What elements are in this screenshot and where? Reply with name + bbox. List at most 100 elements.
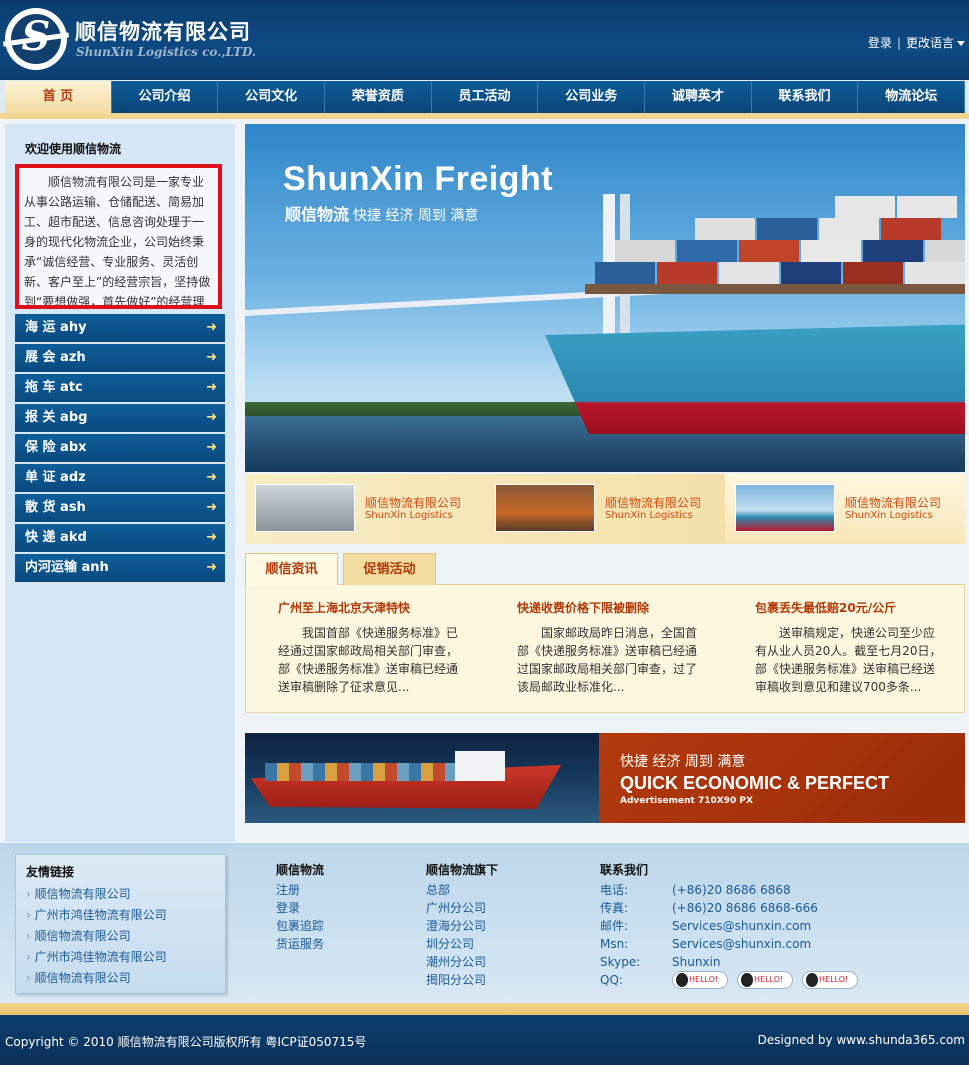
side-menu-item-abx[interactable]: 保 险 abx ➜ <box>15 434 225 462</box>
qq-hello-button[interactable]: HELLO! <box>672 971 728 989</box>
welcome-title: 欢迎使用顺信物流 <box>25 142 122 156</box>
contact-row: 邮件: Services@shunxin.com <box>600 917 818 935</box>
side-menu-item-anh[interactable]: 内河运输 anh ➜ <box>15 554 225 582</box>
nav-divider <box>0 113 969 119</box>
thumbnail-item[interactable]: 顺信物流有限公司 ShunXin Logistics <box>245 474 485 544</box>
ad-size-note: Advertisement 710X90 PX <box>620 796 753 806</box>
nav-item-jobs[interactable]: 诚聘英才 <box>645 81 752 113</box>
thumbnail-item[interactable]: 顺信物流有限公司 ShunXin Logistics <box>725 474 965 544</box>
nav-item-activities[interactable]: 员工活动 <box>431 81 539 113</box>
arrow-right-icon: ➜ <box>206 500 217 515</box>
footer-link-branch[interactable]: 圳分公司 <box>426 935 498 953</box>
nav-item-home[interactable]: 首 页 <box>5 81 112 113</box>
airplane-thumbnail <box>255 484 355 532</box>
friend-link[interactable]: 顺信物流有限公司 <box>26 926 215 947</box>
footer-link-branch[interactable]: 潮州分公司 <box>426 953 498 971</box>
nav-item-contact[interactable]: 联系我们 <box>751 81 859 113</box>
arrow-right-icon: ➜ <box>206 410 217 425</box>
thumbnail-subtitle: ShunXin Logistics <box>845 510 933 521</box>
footer-link-branch[interactable]: 总部 <box>426 881 498 899</box>
contact-row: Msn: Services@shunxin.com <box>600 935 818 953</box>
nav-item-honors[interactable]: 荣誉资质 <box>325 81 432 113</box>
footer-link-branch[interactable]: 澄海分公司 <box>426 917 498 935</box>
banner-thumbnails: 顺信物流有限公司 ShunXin Logistics 顺信物流有限公司 Shun… <box>245 474 965 544</box>
news-title[interactable]: 包裹丢失最低赔20元/公斤 <box>755 599 945 616</box>
qq-hello-button[interactable]: HELLO! <box>802 971 858 989</box>
friend-link[interactable]: 广州市鸿佳物流有限公司 <box>26 905 215 926</box>
news-tabs: 顺信资讯 促销活动 <box>245 553 965 585</box>
footer-col-branches: 顺信物流旗下 总部 广州分公司 澄海分公司 圳分公司 潮州分公司 揭阳分公司 <box>426 861 498 989</box>
contact-value: (+86)20 8686 6868 <box>672 883 791 897</box>
banner-title: ShunXin Freight <box>283 160 554 198</box>
bottom-bar: Copyright © 2010 顺信物流有限公司版权所有 粤ICP证05071… <box>0 1015 969 1065</box>
news-title[interactable]: 快递收费价格下限被删除 <box>517 599 707 616</box>
company-name-en: ShunXin Logistics co.,LTD. <box>76 45 257 59</box>
language-link[interactable]: 更改语言 <box>906 36 954 50</box>
footer-link-tracking[interactable]: 包裹追踪 <box>276 917 324 935</box>
banner-subtitle: 顺信物流 快捷 经济 周到 满意 <box>285 201 478 225</box>
arrow-right-icon: ➜ <box>206 530 217 545</box>
chevron-down-icon[interactable] <box>957 41 965 46</box>
side-menu-label: 快 递 akd <box>25 530 87 545</box>
side-menu-item-azh[interactable]: 展 会 azh ➜ <box>15 344 225 372</box>
footer-contact: 联系我们 电话: (+86)20 8686 6868 传真: (+86)20 868… <box>600 861 818 989</box>
arrow-right-icon: ➜ <box>206 380 217 395</box>
designer-credit[interactable]: Designed by www.shunda365.com <box>758 1033 965 1047</box>
thumbnail-item[interactable]: 顺信物流有限公司 ShunXin Logistics <box>485 474 725 544</box>
contact-label: Msn: <box>600 937 629 951</box>
side-menu-label: 散 货 ash <box>25 500 86 515</box>
side-menu-label: 拖 车 atc <box>25 380 83 395</box>
friend-link[interactable]: 顺信物流有限公司 <box>26 968 215 989</box>
nav-item-business[interactable]: 公司业务 <box>538 81 646 113</box>
footer-link-login[interactable]: 登录 <box>276 899 324 917</box>
trucks-thumbnail <box>495 484 595 532</box>
side-menu-item-ahy[interactable]: 海 运 ahy ➜ <box>15 314 225 342</box>
contact-value[interactable]: Services@shunxin.com <box>672 919 811 933</box>
friend-link[interactable]: 广州市鸿佳物流有限公司 <box>26 947 215 968</box>
arrow-right-icon: ➜ <box>206 440 217 455</box>
container-stack-image <box>585 196 965 294</box>
contact-value: (+86)20 8686 6868-666 <box>672 901 818 915</box>
footer-link-branch[interactable]: 广州分公司 <box>426 899 498 917</box>
arrow-right-icon: ➜ <box>206 560 217 575</box>
nav-item-culture[interactable]: 公司文化 <box>218 81 326 113</box>
footer-link-freight[interactable]: 货运服务 <box>276 935 324 953</box>
side-menu-label: 展 会 azh <box>25 350 86 365</box>
contact-row: Skype: Shunxin <box>600 953 818 971</box>
cargo-ship-image <box>245 733 599 823</box>
thumbnail-title: 顺信物流有限公司 <box>845 496 942 510</box>
side-menu-item-abg[interactable]: 报 关 abg ➜ <box>15 404 225 432</box>
side-menu-item-ash[interactable]: 散 货 ash ➜ <box>15 494 225 522</box>
friend-link[interactable]: 顺信物流有限公司 <box>26 884 215 905</box>
tab-news[interactable]: 顺信资讯 <box>245 553 338 585</box>
footer-link-branch[interactable]: 揭阳分公司 <box>426 971 498 989</box>
side-menu-item-atc[interactable]: 拖 车 atc ➜ <box>15 374 225 402</box>
side-menu-item-akd[interactable]: 快 递 akd ➜ <box>15 524 225 552</box>
news-title[interactable]: 广州至上海北京天津特快 <box>278 599 468 616</box>
company-logo[interactable]: S <box>2 8 70 70</box>
contact-row: 传真: (+86)20 8686 6868-666 <box>600 899 818 917</box>
advertisement-banner[interactable]: 快捷 经济 周到 满意 QUICK ECONOMIC & PERFECT Adv… <box>245 733 965 823</box>
qq-buttons: HELLO! HELLO! HELLO! <box>672 971 867 989</box>
nav-item-forum[interactable]: 物流论坛 <box>858 81 966 113</box>
nav-item-about[interactable]: 公司介绍 <box>111 81 219 113</box>
thumbnail-subtitle: ShunXin Logistics <box>605 510 693 521</box>
contact-value[interactable]: Shunxin <box>672 955 720 969</box>
side-menu-label: 海 运 ahy <box>25 320 87 335</box>
hero-banner: ShunXin Freight 顺信物流 快捷 经济 周到 满意 <box>245 124 965 472</box>
contact-value[interactable]: Services@shunxin.com <box>672 937 811 951</box>
side-menu-item-adz[interactable]: 单 证 adz ➜ <box>15 464 225 492</box>
qq-hello-button[interactable]: HELLO! <box>737 971 793 989</box>
news-body: 我国首部《快递服务标准》已经通过国家邮政局相关部门审查，部《快递服务标准》送审稿… <box>278 626 459 694</box>
thumbnail-title: 顺信物流有限公司 <box>365 496 462 510</box>
intro-text: 顺信物流有限公司是一家专业从事公路运输、仓储配送、简易加工、超市配送、信息咨询处… <box>15 164 222 309</box>
footer-link-register[interactable]: 注册 <box>276 881 324 899</box>
login-link[interactable]: 登录 <box>868 36 892 50</box>
ad-slogan: 快捷 经济 周到 满意 <box>620 754 746 770</box>
banner-brand: 顺信物流 <box>285 205 350 224</box>
arrow-right-icon: ➜ <box>206 320 217 335</box>
side-menu: 海 运 ahy ➜ 展 会 azh ➜ 拖 车 atc ➜ 报 关 abg ➜ 保 险 … <box>15 314 225 584</box>
footer-col-title: 联系我们 <box>600 863 649 877</box>
top-links: 登录 | 更改语言 <box>868 34 965 51</box>
tab-promotions[interactable]: 促销活动 <box>343 553 436 585</box>
